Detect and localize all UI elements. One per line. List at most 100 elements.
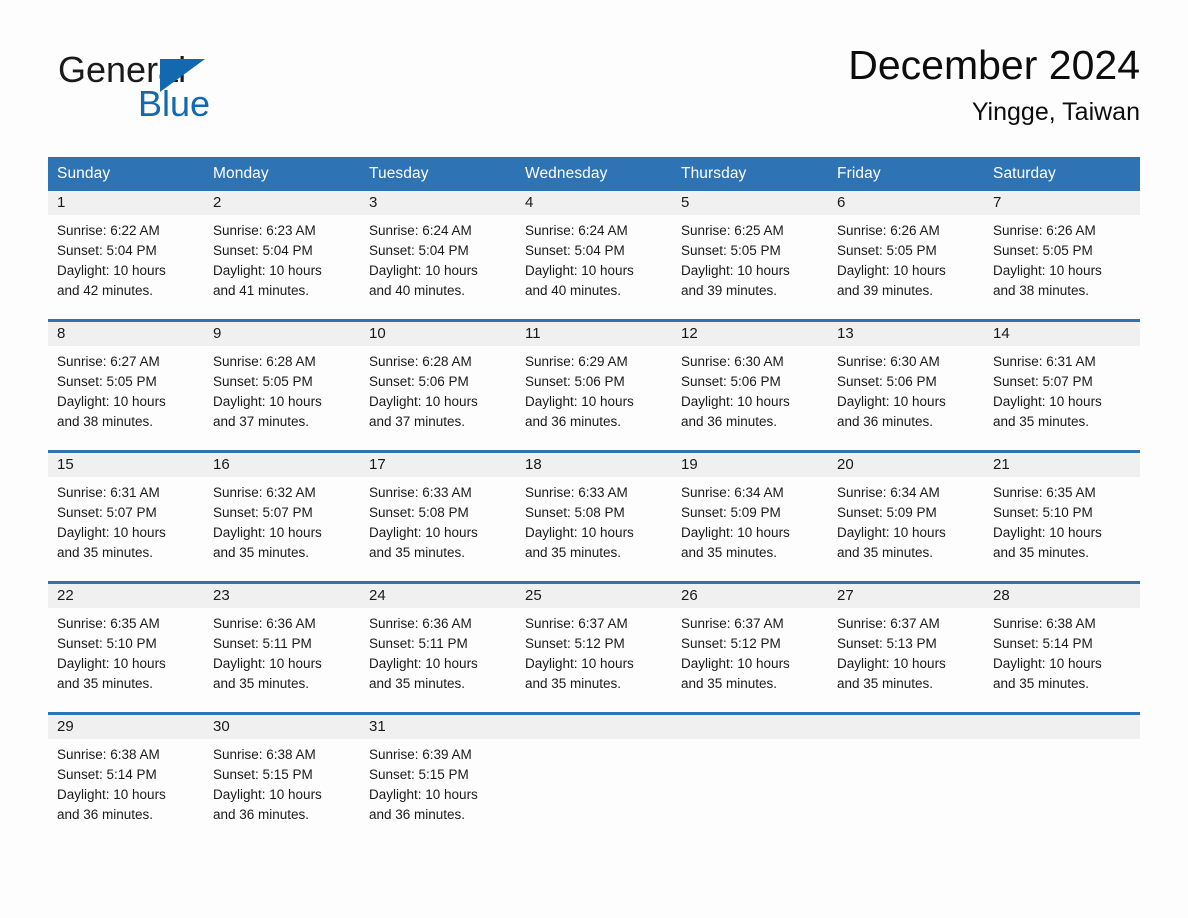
day-details: Sunrise: 6:37 AM Sunset: 5:13 PM Daylight:… [828,608,984,694]
daylight-line-2: and 36 minutes. [681,414,778,429]
daylight-line-1: Daylight: 10 hours [369,263,478,278]
calendar-day-cell[interactable]: 17 Sunrise: 6:33 AM Sunset: 5:08 PM Dayligh… [360,450,516,583]
day-details: Sunrise: 6:38 AM Sunset: 5:14 PM Daylight:… [48,739,204,825]
calendar-page: General Blue December 2024 Yingge, Taiwa… [0,0,1188,918]
calendar-day-cell[interactable]: 20 Sunrise: 6:34 AM Sunset: 5:09 PM Dayligh… [828,450,984,583]
calendar-day-cell[interactable]: 8 Sunrise: 6:27 AM Sunset: 5:05 PM Daylight… [48,319,204,452]
daylight-line-1: Daylight: 10 hours [681,394,790,409]
day-number [984,715,1140,739]
daylight-line-1: Daylight: 10 hours [369,525,478,540]
calendar-day-cell[interactable]: 12 Sunrise: 6:30 AM Sunset: 5:06 PM Dayligh… [672,319,828,452]
daylight-line-1: Daylight: 10 hours [525,394,634,409]
sunrise-line: Sunrise: 6:24 AM [525,223,628,238]
calendar-day-cell[interactable]: 15 Sunrise: 6:31 AM Sunset: 5:07 PM Dayligh… [48,450,204,583]
daylight-line-2: and 35 minutes. [525,545,622,560]
calendar-day-cell[interactable]: 28 Sunrise: 6:38 AM Sunset: 5:14 PM Dayligh… [984,581,1140,714]
daylight-line-1: Daylight: 10 hours [837,263,946,278]
page-subtitle-location: Yingge, Taiwan [971,98,1140,126]
day-details: Sunrise: 6:29 AM Sunset: 5:06 PM Daylight:… [516,346,672,432]
calendar-week-row: 29 Sunrise: 6:38 AM Sunset: 5:14 PM Dayligh… [48,712,1140,843]
calendar-day-cell[interactable]: 26 Sunrise: 6:37 AM Sunset: 5:12 PM Dayligh… [672,581,828,714]
weekday-header-wednesday: Wednesday [516,157,672,191]
daylight-line-1: Daylight: 10 hours [369,656,478,671]
day-details: Sunrise: 6:26 AM Sunset: 5:05 PM Daylight:… [828,215,984,301]
calendar-day-cell[interactable]: 30 Sunrise: 6:38 AM Sunset: 5:15 PM Dayligh… [204,712,360,843]
daylight-line-1: Daylight: 10 hours [525,525,634,540]
daylight-line-2: and 39 minutes. [837,283,934,298]
calendar-day-cell[interactable]: 25 Sunrise: 6:37 AM Sunset: 5:12 PM Dayligh… [516,581,672,714]
calendar-day-cell[interactable]: 14 Sunrise: 6:31 AM Sunset: 5:07 PM Dayligh… [984,319,1140,452]
calendar-day-cell[interactable]: 31 Sunrise: 6:39 AM Sunset: 5:15 PM Dayligh… [360,712,516,843]
daylight-line-1: Daylight: 10 hours [993,525,1102,540]
sunrise-line: Sunrise: 6:33 AM [525,485,628,500]
day-details: Sunrise: 6:31 AM Sunset: 5:07 PM Daylight:… [48,477,204,563]
calendar-day-cell[interactable]: 13 Sunrise: 6:30 AM Sunset: 5:06 PM Dayligh… [828,319,984,452]
calendar-day-cell[interactable]: 6 Sunrise: 6:26 AM Sunset: 5:05 PM Daylight… [828,191,984,321]
calendar-day-cell[interactable]: 21 Sunrise: 6:35 AM Sunset: 5:10 PM Dayligh… [984,450,1140,583]
sunrise-line: Sunrise: 6:28 AM [213,354,316,369]
calendar-day-cell[interactable]: 4 Sunrise: 6:24 AM Sunset: 5:04 PM Daylight… [516,191,672,321]
calendar-day-cell[interactable]: 23 Sunrise: 6:36 AM Sunset: 5:11 PM Dayligh… [204,581,360,714]
calendar-day-cell[interactable]: 1 Sunrise: 6:22 AM Sunset: 5:04 PM Daylight… [48,191,204,321]
day-number: 18 [516,453,672,477]
calendar-day-cell[interactable]: 27 Sunrise: 6:37 AM Sunset: 5:13 PM Dayligh… [828,581,984,714]
calendar-day-cell[interactable]: 16 Sunrise: 6:32 AM Sunset: 5:07 PM Dayligh… [204,450,360,583]
calendar-day-cell[interactable]: 29 Sunrise: 6:38 AM Sunset: 5:14 PM Dayligh… [48,712,204,843]
page-header: General Blue December 2024 Yingge, Taiwa… [48,40,1140,145]
sunset-line: Sunset: 5:12 PM [681,636,781,651]
calendar-day-cell[interactable]: 11 Sunrise: 6:29 AM Sunset: 5:06 PM Dayligh… [516,319,672,452]
day-details: Sunrise: 6:38 AM Sunset: 5:14 PM Daylight:… [984,608,1140,694]
calendar-day-cell-empty [516,712,672,843]
day-number: 7 [984,191,1140,215]
daylight-line-2: and 38 minutes. [57,414,154,429]
day-number [516,715,672,739]
day-number: 2 [204,191,360,215]
sunset-line: Sunset: 5:09 PM [837,505,937,520]
calendar-day-cell[interactable]: 18 Sunrise: 6:33 AM Sunset: 5:08 PM Dayligh… [516,450,672,583]
daylight-line-1: Daylight: 10 hours [213,525,322,540]
calendar-day-cell[interactable]: 19 Sunrise: 6:34 AM Sunset: 5:09 PM Dayligh… [672,450,828,583]
sunset-line: Sunset: 5:10 PM [57,636,157,651]
day-number [672,715,828,739]
weekday-header-sunday: Sunday [48,157,204,191]
daylight-line-2: and 35 minutes. [993,545,1090,560]
calendar-day-cell[interactable]: 3 Sunrise: 6:24 AM Sunset: 5:04 PM Daylight… [360,191,516,321]
day-number: 23 [204,584,360,608]
sunset-line: Sunset: 5:15 PM [369,767,469,782]
calendar-day-cell[interactable]: 2 Sunrise: 6:23 AM Sunset: 5:04 PM Daylight… [204,191,360,321]
day-number: 31 [360,715,516,739]
calendar-day-cell[interactable]: 24 Sunrise: 6:36 AM Sunset: 5:11 PM Dayligh… [360,581,516,714]
daylight-line-2: and 36 minutes. [525,414,622,429]
calendar-day-cell[interactable]: 9 Sunrise: 6:28 AM Sunset: 5:05 PM Daylight… [204,319,360,452]
daylight-line-2: and 35 minutes. [213,545,310,560]
day-number: 1 [48,191,204,215]
sunrise-line: Sunrise: 6:36 AM [213,616,316,631]
daylight-line-1: Daylight: 10 hours [681,656,790,671]
sunset-line: Sunset: 5:05 PM [993,243,1093,258]
sunrise-line: Sunrise: 6:35 AM [57,616,160,631]
day-details: Sunrise: 6:37 AM Sunset: 5:12 PM Daylight:… [672,608,828,694]
calendar-day-cell[interactable]: 10 Sunrise: 6:28 AM Sunset: 5:06 PM Dayligh… [360,319,516,452]
daylight-line-2: and 35 minutes. [681,676,778,691]
day-number: 11 [516,322,672,346]
daylight-line-2: and 35 minutes. [681,545,778,560]
sunset-line: Sunset: 5:10 PM [993,505,1093,520]
calendar-day-cell[interactable]: 22 Sunrise: 6:35 AM Sunset: 5:10 PM Dayligh… [48,581,204,714]
day-details: Sunrise: 6:37 AM Sunset: 5:12 PM Daylight:… [516,608,672,694]
sunrise-line: Sunrise: 6:23 AM [213,223,316,238]
daylight-line-2: and 35 minutes. [57,545,154,560]
day-details: Sunrise: 6:39 AM Sunset: 5:15 PM Daylight:… [360,739,516,825]
day-number: 21 [984,453,1140,477]
general-blue-logo[interactable]: General Blue [58,50,378,140]
sunrise-line: Sunrise: 6:26 AM [837,223,940,238]
calendar-day-cell[interactable]: 5 Sunrise: 6:25 AM Sunset: 5:05 PM Daylight… [672,191,828,321]
sunset-line: Sunset: 5:06 PM [369,374,469,389]
day-number: 26 [672,584,828,608]
brand-name-blue: Blue [138,83,211,124]
sunrise-line: Sunrise: 6:33 AM [369,485,472,500]
day-details: Sunrise: 6:30 AM Sunset: 5:06 PM Daylight:… [828,346,984,432]
daylight-line-2: and 35 minutes. [57,676,154,691]
sunrise-line: Sunrise: 6:31 AM [57,485,160,500]
calendar-day-cell[interactable]: 7 Sunrise: 6:26 AM Sunset: 5:05 PM Daylight… [984,191,1140,321]
sunrise-sunset-calendar: Sunday Monday Tuesday Wednesday Thursday… [48,157,1140,843]
